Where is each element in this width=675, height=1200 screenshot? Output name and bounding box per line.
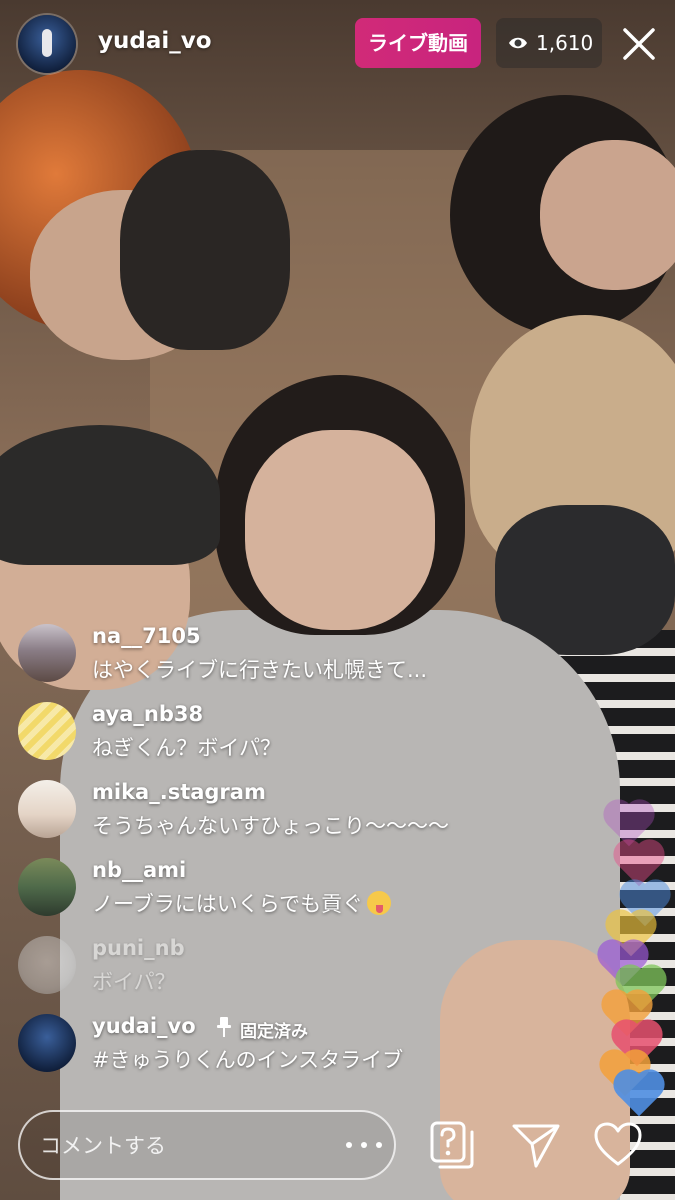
commenter-avatar[interactable]	[18, 858, 76, 916]
zany-face-emoji	[367, 891, 392, 915]
comment-text: ノーブラにはいくらでも貢ぐ	[92, 888, 392, 918]
comment-text-content: ノーブラにはいくらでも貢ぐ	[92, 892, 364, 916]
live-header: yudai_vo ライブ動画 1,610	[0, 0, 675, 90]
commenter-username[interactable]: nb__ami	[92, 858, 186, 882]
commenter-avatar[interactable]	[18, 702, 76, 760]
live-badge: ライブ動画	[355, 18, 481, 68]
person-left-cap	[0, 425, 220, 565]
commenter-username[interactable]: aya_nb38	[92, 702, 203, 726]
close-icon[interactable]	[615, 20, 663, 68]
commenter-avatar[interactable]	[18, 624, 76, 682]
commenter-username[interactable]: puni_nb	[92, 936, 185, 960]
more-options-icon[interactable]	[342, 1130, 386, 1160]
host-avatar[interactable]	[18, 15, 76, 73]
person-top-right-face	[540, 140, 675, 290]
pinned-commenter-username[interactable]: yudai_vo	[92, 1014, 196, 1038]
comment-item: nb__ami ノーブラにはいくらでも貢ぐ	[18, 854, 558, 924]
commenter-avatar[interactable]	[18, 780, 76, 838]
comment-text: はやくライブに行きたい札幌きて...	[92, 658, 428, 682]
send-icon[interactable]	[510, 1120, 562, 1170]
commenter-username[interactable]: mika_.stagram	[92, 780, 266, 804]
person-top-left-beanie	[120, 150, 290, 350]
hearts-stream	[600, 780, 675, 1117]
floating-heart	[617, 1073, 661, 1117]
comment-item: mika_.stagram そうちゃんないすひょっこり〜〜〜〜	[18, 776, 558, 846]
commenter-username[interactable]: na__7105	[92, 624, 201, 648]
pinned-commenter-avatar[interactable]	[18, 1014, 76, 1072]
pinned-comment-text: #きゅうりくんのインスタライブ	[92, 1048, 404, 1072]
commenter-avatar[interactable]	[18, 936, 76, 994]
comment-item: aya_nb38 ねぎくん？ボイパ？	[18, 698, 558, 768]
comment-text: ねぎくん？ボイパ？	[92, 736, 281, 760]
viewer-count: 1,610	[536, 31, 594, 55]
viewer-count-pill[interactable]: 1,610	[496, 18, 602, 68]
host-username[interactable]: yudai_vo	[98, 28, 212, 54]
live-video-screen: yudai_vo ライブ動画 1,610 na__7105 はやくライブに行きた…	[0, 0, 675, 1200]
comment-text: そうちゃんないすひょっこり〜〜〜〜	[92, 814, 449, 838]
comment-item: puni_nb ボイパ？	[18, 932, 558, 1002]
comment-text: ボイパ？	[92, 970, 176, 994]
comment-item: na__7105 はやくライブに行きたい札幌きて...	[18, 620, 558, 690]
question-icon[interactable]	[428, 1120, 476, 1170]
pin-icon	[217, 1017, 231, 1037]
pinned-label: 固定済み	[240, 1022, 308, 1042]
comment-input[interactable]	[38, 1112, 342, 1180]
pinned-comment: yudai_vo 固定済み #きゅうりくんのインスタライブ	[18, 1010, 558, 1080]
person-center-face	[245, 430, 435, 630]
comment-composer	[18, 1110, 396, 1180]
eye-icon	[509, 37, 527, 49]
heart-icon[interactable]	[592, 1120, 644, 1170]
